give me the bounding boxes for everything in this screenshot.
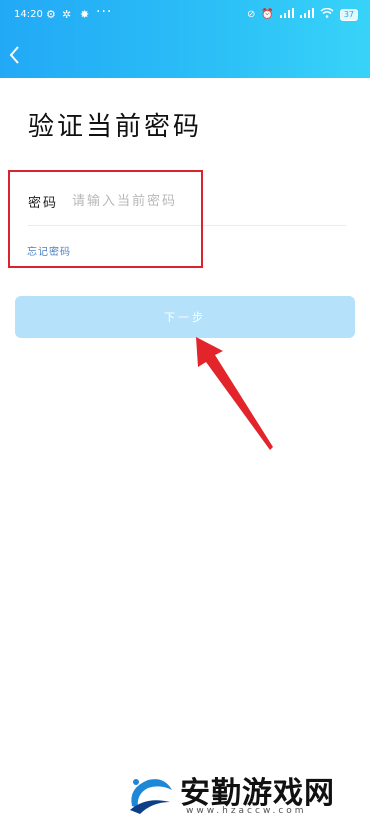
watermark-logo (122, 766, 176, 816)
annotation-highlight-box (8, 170, 203, 268)
next-step-button[interactable]: 下一步 (15, 296, 355, 338)
alarm-icon: ⏰ (261, 9, 274, 20)
settings-notification-icon: ✲ (62, 8, 72, 21)
status-time: 14:20 (14, 9, 43, 20)
top-header: 14:20 ⚙ ✲ ✸ ··· ⊘ ⏰ 37 (0, 0, 370, 78)
wifi-icon (320, 7, 334, 21)
app-notification-icon: ⚙ (46, 8, 56, 21)
battery-icon: 37 (339, 8, 358, 21)
status-bar: 14:20 ⚙ ✲ ✸ ··· ⊘ ⏰ 37 (0, 0, 370, 30)
back-button[interactable] (4, 40, 26, 70)
app-small-icon: ✸ (80, 8, 90, 21)
signal-2-icon (299, 8, 314, 21)
watermark-url: www.hzaccw.com (186, 806, 307, 816)
more-notifications-icon: ··· (96, 4, 113, 20)
page-title: 验证当前密码 (28, 112, 203, 142)
chevron-left-icon (9, 46, 19, 64)
mute-icon: ⊘ (246, 9, 256, 20)
status-icons: ⊘ ⏰ 37 (246, 7, 358, 21)
signal-icon (279, 8, 294, 21)
